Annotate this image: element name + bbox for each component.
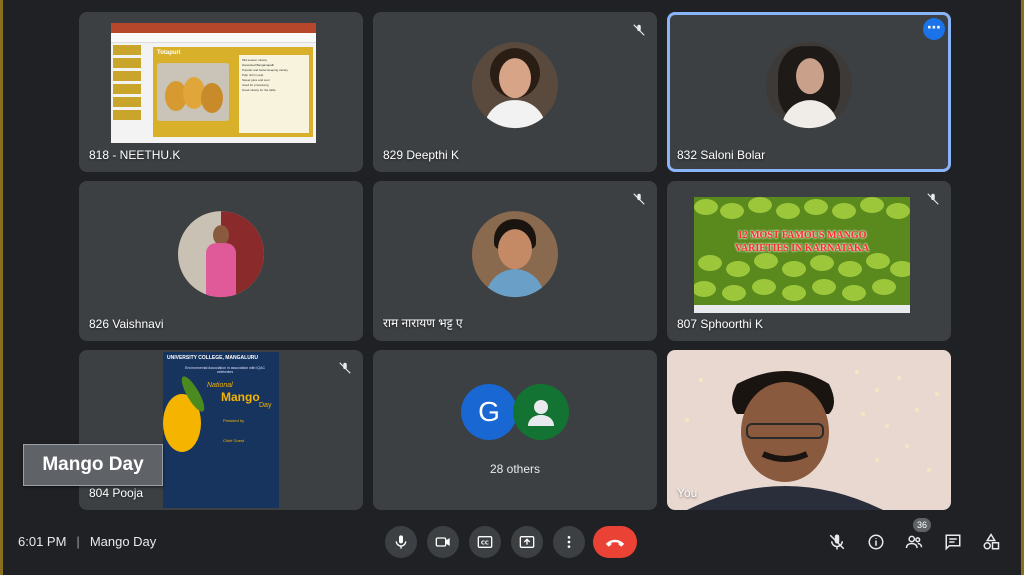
participant-tile-others[interactable]: G 28 others: [373, 350, 657, 510]
end-call-button[interactable]: [593, 526, 637, 558]
taskbar: [694, 305, 910, 313]
mic-off-icon: [829, 534, 845, 550]
participant-tile-vaishnavi[interactable]: 826 Vaishnavi: [79, 181, 363, 341]
more-options-button[interactable]: [553, 526, 585, 558]
closed-captions-icon: CC: [477, 536, 493, 548]
bullet: Good variety for the table: [242, 88, 276, 92]
video-grid: Totapuri Mid season variety Harvested Ba…: [3, 0, 1024, 520]
presentation-thumbnail: 12 MOST FAMOUS MANGO VARIETIES IN KARNAT…: [694, 197, 910, 313]
slide-heading: 12 MOST FAMOUS MANGO VARIETIES IN KARNAT…: [694, 229, 910, 255]
activities-button[interactable]: [979, 530, 1003, 554]
ribbon: [111, 23, 316, 33]
participants-button[interactable]: [902, 530, 926, 554]
mango-image: [157, 63, 229, 121]
participant-name: 804 Pooja: [89, 486, 144, 500]
info-icon: [868, 534, 884, 550]
poster-national: National: [207, 382, 233, 389]
participant-tile-ram-narayan[interactable]: राम नारायण भट्ट ए: [373, 181, 657, 341]
participant-tile-deepthi[interactable]: 829 Deepthi K: [373, 12, 657, 172]
participant-avatar: [178, 211, 264, 298]
participants-count-badge: 36: [913, 518, 931, 532]
participant-name-self: You: [677, 486, 698, 500]
default-avatar-icon: [513, 384, 569, 440]
participant-avatar: [472, 211, 558, 298]
chat-button[interactable]: [941, 530, 965, 554]
slide-bullets: Mid season variety Harvested Banganapall…: [239, 55, 309, 133]
poster-presided: Presided by: [223, 418, 245, 423]
participant-name: 829 Deepthi K: [383, 148, 460, 162]
slide-heading-line: 12 MOST FAMOUS MANGO: [737, 230, 867, 241]
svg-text:CC: CC: [481, 541, 489, 547]
participant-tile-saloni[interactable]: ⋯ 832 Saloni Bolar: [667, 12, 951, 172]
separator: |: [76, 534, 80, 549]
meeting-name: Mango Day: [89, 534, 157, 549]
participant-name: राम नारायण भट्ट ए: [383, 316, 463, 330]
self-camera-feed: [685, 370, 939, 510]
video-camera-icon: [435, 537, 450, 547]
activities-icon: [983, 533, 1000, 550]
present-screen-icon: [519, 536, 535, 548]
event-poster: UNIVERSITY COLLEGE, MANGALURU Environmen…: [163, 352, 279, 508]
meeting-title-overlay: Mango Day: [23, 444, 163, 486]
bottom-control-bar: 6:01 PM | Mango Day CC: [3, 520, 1024, 575]
more-vert-icon: [567, 536, 571, 548]
mic-off-icon: [629, 20, 649, 40]
participant-name: 807 Sphoorthi K: [677, 317, 764, 331]
meeting-info: 6:01 PM | Mango Day: [18, 534, 156, 549]
presentation-thumbnail: Totapuri Mid season variety Harvested Ba…: [111, 23, 316, 143]
people-icon: [905, 535, 923, 549]
meeting-details-button[interactable]: [864, 530, 888, 554]
participant-avatar-g: G: [461, 384, 517, 440]
others-count: 28 others: [489, 462, 541, 476]
microphone-button[interactable]: [385, 526, 417, 558]
participant-tile-sphoorthi[interactable]: 12 MOST FAMOUS MANGO VARIETIES IN KARNAT…: [667, 181, 951, 341]
participant-name: 832 Saloni Bolar: [677, 148, 766, 162]
participant-name: 826 Vaishnavi: [89, 317, 164, 331]
slide-body: Totapuri Mid season variety Harvested Ba…: [153, 47, 313, 137]
poster-assoc: Environmental Association in association…: [185, 366, 265, 374]
camera-button[interactable]: [427, 526, 459, 558]
captions-button[interactable]: CC: [469, 526, 501, 558]
chat-icon: [945, 534, 961, 551]
mic-off-icon: [923, 189, 943, 209]
hang-up-icon: [605, 539, 625, 547]
mango-illustration: [163, 373, 209, 454]
poster-chief: Chief Guest: [223, 438, 245, 443]
self-view-tile[interactable]: You: [667, 350, 951, 510]
participant-name: 818 - NEETHU.K: [89, 148, 181, 162]
more-options-icon[interactable]: ⋯: [923, 18, 945, 40]
poster-day: Day: [259, 402, 272, 409]
present-button[interactable]: [511, 526, 543, 558]
poster-college: UNIVERSITY COLLEGE, MANGALURU: [167, 355, 259, 361]
participant-avatar: [472, 42, 558, 129]
current-time: 6:01 PM: [18, 534, 67, 549]
mic-off-icon: [629, 189, 649, 209]
host-controls-button[interactable]: [825, 530, 849, 554]
microphone-icon: [395, 535, 407, 549]
mic-off-icon: [335, 358, 355, 378]
poster-mango: Mango: [221, 390, 260, 404]
slide-heading-line: VARIETIES IN KARNATAKA: [735, 243, 869, 254]
participant-tile-neethu[interactable]: Totapuri Mid season variety Harvested Ba…: [79, 12, 363, 172]
slide-title: Totapuri: [157, 50, 181, 56]
participant-avatar: [766, 42, 852, 129]
participant-tile-pooja[interactable]: UNIVERSITY COLLEGE, MANGALURU Environmen…: [79, 350, 363, 510]
